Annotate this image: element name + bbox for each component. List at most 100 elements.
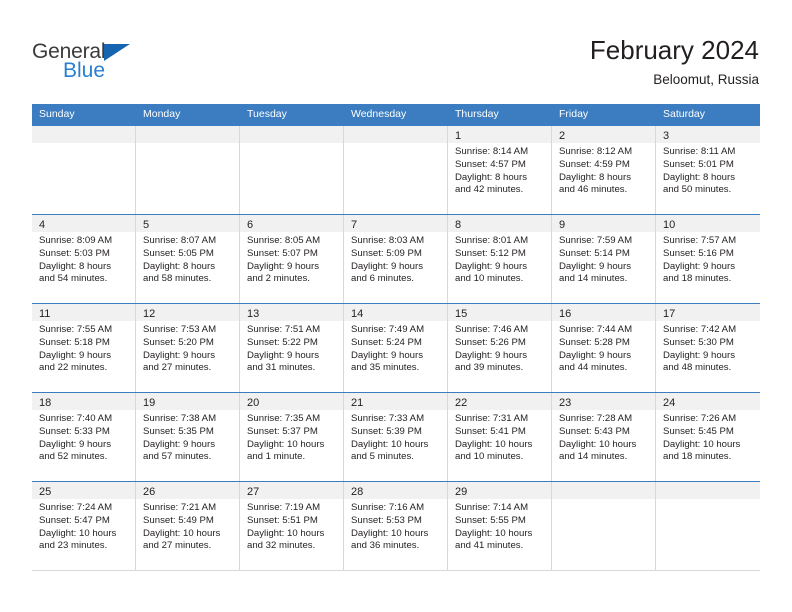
day-number-band: 23: [552, 393, 655, 410]
weekday-header-monday: Monday: [143, 108, 181, 120]
day-cell[interactable]: 8 Sunrise: 8:01 AM Sunset: 5:12 PM Dayli…: [448, 215, 552, 303]
day-details: Sunrise: 8:07 AM Sunset: 5:05 PM Dayligh…: [136, 232, 239, 286]
day-cell[interactable]: 18 Sunrise: 7:40 AM Sunset: 5:33 PM Dayl…: [32, 393, 136, 481]
day-cell[interactable]: 24 Sunrise: 7:26 AM Sunset: 5:45 PM Dayl…: [656, 393, 760, 481]
day-number: 26: [143, 486, 156, 498]
sunrise-text: Sunrise: 7:14 AM: [455, 502, 529, 513]
day-cell[interactable]: 23 Sunrise: 7:28 AM Sunset: 5:43 PM Dayl…: [552, 393, 656, 481]
day-number-band: 13: [240, 304, 343, 321]
day-number-band: 24: [656, 393, 760, 410]
day-number-band: 9: [552, 215, 655, 232]
day-cell[interactable]: 21 Sunrise: 7:33 AM Sunset: 5:39 PM Dayl…: [344, 393, 448, 481]
day-number-band: 14: [344, 304, 447, 321]
general-blue-logo[interactable]: General Blue: [32, 41, 212, 89]
day-number: 1: [455, 130, 462, 142]
sunset-text: Sunset: 5:03 PM: [39, 247, 110, 259]
day-cell[interactable]: [344, 126, 448, 214]
day-cell[interactable]: 17 Sunrise: 7:42 AM Sunset: 5:30 PM Dayl…: [656, 304, 760, 392]
sunset-text: Sunset: 5:07 PM: [247, 247, 318, 259]
day-details: Sunrise: 7:19 AM Sunset: 5:51 PM Dayligh…: [240, 499, 343, 553]
sunset-text: Sunset: 5:45 PM: [663, 425, 734, 437]
day-cell[interactable]: 4 Sunrise: 8:09 AM Sunset: 5:03 PM Dayli…: [32, 215, 136, 303]
sunset-text: Sunset: 5:26 PM: [455, 336, 526, 348]
day-number-band: 15: [448, 304, 551, 321]
day-number: 20: [247, 397, 260, 409]
day-cell[interactable]: 5 Sunrise: 8:07 AM Sunset: 5:05 PM Dayli…: [136, 215, 240, 303]
sunset-text: Sunset: 5:22 PM: [247, 336, 318, 348]
day-cell[interactable]: [136, 126, 240, 214]
day-cell[interactable]: 14 Sunrise: 7:49 AM Sunset: 5:24 PM Dayl…: [344, 304, 448, 392]
day-details: Sunrise: 7:26 AM Sunset: 5:45 PM Dayligh…: [656, 410, 760, 464]
day-details: Sunrise: 7:21 AM Sunset: 5:49 PM Dayligh…: [136, 499, 239, 553]
daylight-text-line1: Daylight: 9 hours: [143, 438, 215, 450]
day-cell[interactable]: [552, 482, 656, 570]
day-cell[interactable]: 19 Sunrise: 7:38 AM Sunset: 5:35 PM Dayl…: [136, 393, 240, 481]
day-cell[interactable]: 20 Sunrise: 7:35 AM Sunset: 5:37 PM Dayl…: [240, 393, 344, 481]
day-details: Sunrise: 7:24 AM Sunset: 5:47 PM Dayligh…: [32, 499, 135, 553]
day-cell[interactable]: 6 Sunrise: 8:05 AM Sunset: 5:07 PM Dayli…: [240, 215, 344, 303]
day-cell[interactable]: 26 Sunrise: 7:21 AM Sunset: 5:49 PM Dayl…: [136, 482, 240, 570]
day-cell[interactable]: 13 Sunrise: 7:51 AM Sunset: 5:22 PM Dayl…: [240, 304, 344, 392]
daylight-text-line2: and 18 minutes.: [663, 451, 732, 463]
day-cell[interactable]: 12 Sunrise: 7:53 AM Sunset: 5:20 PM Dayl…: [136, 304, 240, 392]
sunset-text: Sunset: 5:18 PM: [39, 336, 110, 348]
day-cell[interactable]: 28 Sunrise: 7:16 AM Sunset: 5:53 PM Dayl…: [344, 482, 448, 570]
daylight-text-line2: and 48 minutes.: [663, 362, 732, 374]
daylight-text-line2: and 10 minutes.: [455, 451, 524, 463]
day-number-band: [552, 482, 655, 499]
sunset-text: Sunset: 5:37 PM: [247, 425, 318, 437]
day-details: Sunrise: 8:12 AM Sunset: 4:59 PM Dayligh…: [552, 143, 655, 197]
day-number-band: 21: [344, 393, 447, 410]
day-cell[interactable]: 10 Sunrise: 7:57 AM Sunset: 5:16 PM Dayl…: [656, 215, 760, 303]
day-cell[interactable]: [240, 126, 344, 214]
day-cell[interactable]: 22 Sunrise: 7:31 AM Sunset: 5:41 PM Dayl…: [448, 393, 552, 481]
sunset-text: Sunset: 5:14 PM: [559, 247, 630, 259]
sunset-text: Sunset: 5:28 PM: [559, 336, 630, 348]
sunset-text: Sunset: 5:47 PM: [39, 514, 110, 526]
day-cell[interactable]: 25 Sunrise: 7:24 AM Sunset: 5:47 PM Dayl…: [32, 482, 136, 570]
day-cell[interactable]: [32, 126, 136, 214]
sunrise-text: Sunrise: 7:26 AM: [663, 413, 737, 424]
sunset-text: Sunset: 5:33 PM: [39, 425, 110, 437]
sunrise-text: Sunrise: 8:07 AM: [143, 235, 217, 246]
day-cell[interactable]: 11 Sunrise: 7:55 AM Sunset: 5:18 PM Dayl…: [32, 304, 136, 392]
day-details: Sunrise: 7:44 AM Sunset: 5:28 PM Dayligh…: [552, 321, 655, 375]
sunrise-text: Sunrise: 7:16 AM: [351, 502, 425, 513]
day-details: Sunrise: 7:42 AM Sunset: 5:30 PM Dayligh…: [656, 321, 760, 375]
sunset-text: Sunset: 5:24 PM: [351, 336, 422, 348]
day-number-band: 29: [448, 482, 551, 499]
day-cell[interactable]: 15 Sunrise: 7:46 AM Sunset: 5:26 PM Dayl…: [448, 304, 552, 392]
sunset-text: Sunset: 5:30 PM: [663, 336, 734, 348]
day-number: 14: [351, 308, 364, 320]
sunset-text: Sunset: 5:55 PM: [455, 514, 526, 526]
sunset-text: Sunset: 5:05 PM: [143, 247, 214, 259]
weekday-header-wednesday: Wednesday: [351, 108, 407, 120]
day-cell[interactable]: 1 Sunrise: 8:14 AM Sunset: 4:57 PM Dayli…: [448, 126, 552, 214]
day-cell[interactable]: 9 Sunrise: 7:59 AM Sunset: 5:14 PM Dayli…: [552, 215, 656, 303]
daylight-text-line1: Daylight: 10 hours: [143, 527, 221, 539]
day-number: 21: [351, 397, 364, 409]
daylight-text-line1: Daylight: 9 hours: [559, 349, 631, 361]
day-cell[interactable]: 29 Sunrise: 7:14 AM Sunset: 5:55 PM Dayl…: [448, 482, 552, 570]
day-number-band: 5: [136, 215, 239, 232]
daylight-text-line2: and 1 minute.: [247, 451, 306, 463]
day-cell[interactable]: 3 Sunrise: 8:11 AM Sunset: 5:01 PM Dayli…: [656, 126, 760, 214]
day-details: Sunrise: 7:33 AM Sunset: 5:39 PM Dayligh…: [344, 410, 447, 464]
daylight-text-line1: Daylight: 10 hours: [247, 438, 325, 450]
day-number: 8: [455, 219, 462, 231]
day-number: 4: [39, 219, 46, 231]
day-cell[interactable]: 27 Sunrise: 7:19 AM Sunset: 5:51 PM Dayl…: [240, 482, 344, 570]
daylight-text-line1: Daylight: 8 hours: [663, 171, 735, 183]
sunrise-text: Sunrise: 7:46 AM: [455, 324, 529, 335]
day-cell[interactable]: 2 Sunrise: 8:12 AM Sunset: 4:59 PM Dayli…: [552, 126, 656, 214]
day-cell[interactable]: 16 Sunrise: 7:44 AM Sunset: 5:28 PM Dayl…: [552, 304, 656, 392]
day-details: Sunrise: 7:28 AM Sunset: 5:43 PM Dayligh…: [552, 410, 655, 464]
sunset-text: Sunset: 5:01 PM: [663, 158, 734, 170]
day-number-band: 18: [32, 393, 135, 410]
day-number-band: 28: [344, 482, 447, 499]
day-cell[interactable]: [656, 482, 760, 570]
day-details: Sunrise: 8:05 AM Sunset: 5:07 PM Dayligh…: [240, 232, 343, 286]
day-number-band: 19: [136, 393, 239, 410]
day-cell[interactable]: 7 Sunrise: 8:03 AM Sunset: 5:09 PM Dayli…: [344, 215, 448, 303]
sunrise-text: Sunrise: 7:51 AM: [247, 324, 321, 335]
